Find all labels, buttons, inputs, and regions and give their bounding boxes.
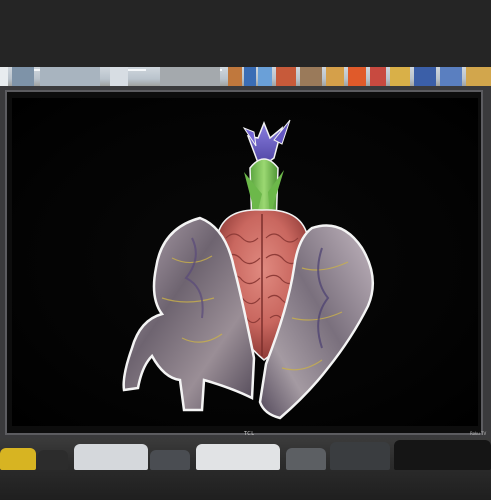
tv-screen bbox=[12, 98, 478, 426]
parking-lot-background bbox=[0, 438, 491, 500]
collage-artwork bbox=[122, 119, 375, 420]
top-dark-band bbox=[0, 0, 491, 67]
tv-brand-logo: TCL bbox=[244, 431, 255, 437]
tv-badge: Roku TV bbox=[470, 431, 487, 436]
